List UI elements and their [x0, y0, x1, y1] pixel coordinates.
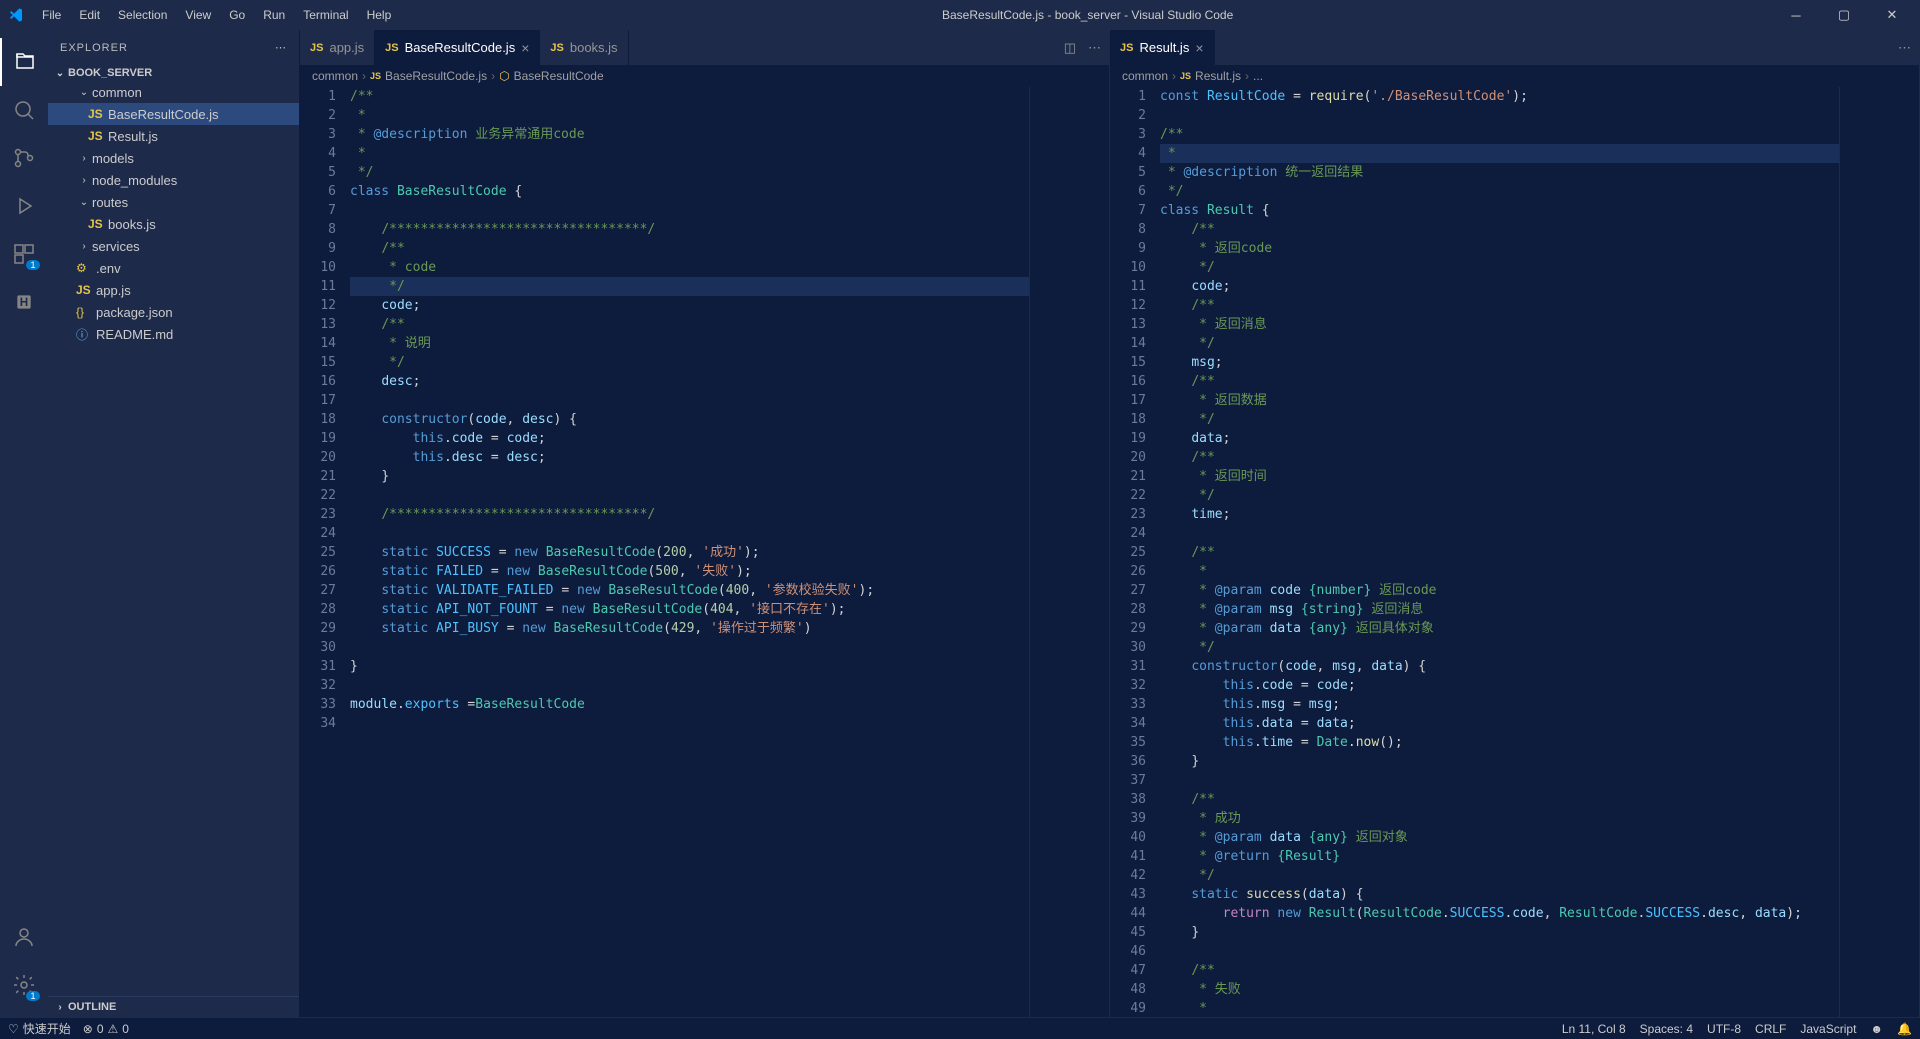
chevron-down-icon: ⌄ [52, 68, 68, 79]
editor-left[interactable]: 1234567891011121314151617181920212223242… [300, 87, 1109, 1017]
status-language[interactable]: JavaScript [1800, 1022, 1856, 1036]
more-icon[interactable]: ⋯ [1898, 40, 1911, 56]
menu-run[interactable]: Run [255, 4, 293, 26]
minimap-left[interactable] [1029, 87, 1109, 1017]
split-editor-icon[interactable]: ◫ [1064, 40, 1076, 56]
tabs-right: JSResult.js× ⋯ [1110, 30, 1919, 65]
menu-view[interactable]: View [177, 4, 219, 26]
tree-folder-models[interactable]: ›models [48, 147, 299, 169]
titlebar: File Edit Selection View Go Run Terminal… [0, 0, 1920, 30]
menu-help[interactable]: Help [359, 4, 400, 26]
status-spaces[interactable]: Spaces: 4 [1640, 1022, 1693, 1036]
menu-terminal[interactable]: Terminal [295, 4, 356, 26]
sidebar-more-icon[interactable]: ⋯ [275, 41, 287, 54]
tree-file-books[interactable]: JSbooks.js [48, 213, 299, 235]
svg-text:H: H [20, 296, 28, 309]
project-section-header[interactable]: ⌄ BOOK_SERVER [48, 65, 299, 81]
status-encoding[interactable]: UTF-8 [1707, 1022, 1741, 1036]
help-icon[interactable]: H [0, 278, 48, 326]
status-problems[interactable]: ⊗ 0 ⚠ 0 [83, 1022, 129, 1036]
close-button[interactable]: ✕ [1872, 0, 1912, 30]
tree-folder-nodemodules[interactable]: ›node_modules [48, 169, 299, 191]
outline-section-header[interactable]: › OUTLINE [48, 996, 299, 1017]
accounts-icon[interactable] [0, 913, 48, 961]
tree-folder-routes[interactable]: ⌄routes [48, 191, 299, 213]
tree-file-app[interactable]: JSapp.js [48, 279, 299, 301]
minimap-right[interactable] [1839, 87, 1919, 1017]
activitybar: 1 H 1 [0, 30, 48, 1017]
menu-selection[interactable]: Selection [110, 4, 175, 26]
tree-file-baseresultcode[interactable]: JSBaseResultCode.js [48, 103, 299, 125]
tree-file-package[interactable]: {}package.json [48, 301, 299, 323]
tab-result[interactable]: JSResult.js× [1110, 30, 1215, 65]
close-icon[interactable]: × [521, 40, 529, 56]
maximize-button[interactable]: ▢ [1824, 0, 1864, 30]
minimize-button[interactable]: ─ [1776, 0, 1816, 30]
tree-file-env[interactable]: ⚙.env [48, 257, 299, 279]
settings-icon[interactable]: 1 [0, 961, 48, 1009]
status-launch[interactable]: ♡ 快速开始 [8, 1020, 71, 1037]
tree-folder-services[interactable]: ›services [48, 235, 299, 257]
menu-file[interactable]: File [34, 4, 69, 26]
breadcrumb-right[interactable]: common› JSResult.js› ... [1110, 65, 1919, 87]
project-name: BOOK_SERVER [68, 67, 152, 79]
editor-right[interactable]: 1234567891011121314151617181920212223242… [1110, 87, 1919, 1017]
sidebar: EXPLORER ⋯ ⌄ BOOK_SERVER ⌄common JSBaseR… [48, 30, 300, 1017]
menu-go[interactable]: Go [221, 4, 253, 26]
explorer-icon[interactable] [0, 38, 48, 86]
editor-group-right: JSResult.js× ⋯ common› JSResult.js› ... … [1110, 30, 1920, 1017]
status-feedback-icon[interactable]: ☻ [1870, 1022, 1883, 1036]
tree-folder-common[interactable]: ⌄common [48, 81, 299, 103]
tree-file-readme[interactable]: ⓘREADME.md [48, 323, 299, 345]
status-bell-icon[interactable]: 🔔 [1897, 1022, 1912, 1036]
tab-books[interactable]: JSbooks.js [540, 30, 628, 65]
more-icon[interactable]: ⋯ [1088, 40, 1101, 56]
tree-file-result[interactable]: JSResult.js [48, 125, 299, 147]
window-title: BaseResultCode.js - book_server - Visual… [399, 8, 1776, 22]
sidebar-title: EXPLORER [60, 42, 128, 54]
tab-app[interactable]: JSapp.js [300, 30, 375, 65]
extensions-icon[interactable]: 1 [0, 230, 48, 278]
menu-edit[interactable]: Edit [71, 4, 108, 26]
breadcrumb-left[interactable]: common› JSBaseResultCode.js› ⬡BaseResult… [300, 65, 1109, 87]
status-linecol[interactable]: Ln 11, Col 8 [1562, 1022, 1626, 1036]
tab-baseresultcode[interactable]: JSBaseResultCode.js× [375, 30, 540, 65]
tabs-left: JSapp.js JSBaseResultCode.js× JSbooks.js… [300, 30, 1109, 65]
source-control-icon[interactable] [0, 134, 48, 182]
search-icon[interactable] [0, 86, 48, 134]
status-eol[interactable]: CRLF [1755, 1022, 1786, 1036]
statusbar: ♡ 快速开始 ⊗ 0 ⚠ 0 Ln 11, Col 8 Spaces: 4 UT… [0, 1017, 1920, 1039]
editor-group-left: JSapp.js JSBaseResultCode.js× JSbooks.js… [300, 30, 1110, 1017]
run-debug-icon[interactable] [0, 182, 48, 230]
file-tree: ⌄common JSBaseResultCode.js JSResult.js … [48, 81, 299, 345]
close-icon[interactable]: × [1195, 40, 1203, 56]
vscode-icon [8, 7, 24, 23]
